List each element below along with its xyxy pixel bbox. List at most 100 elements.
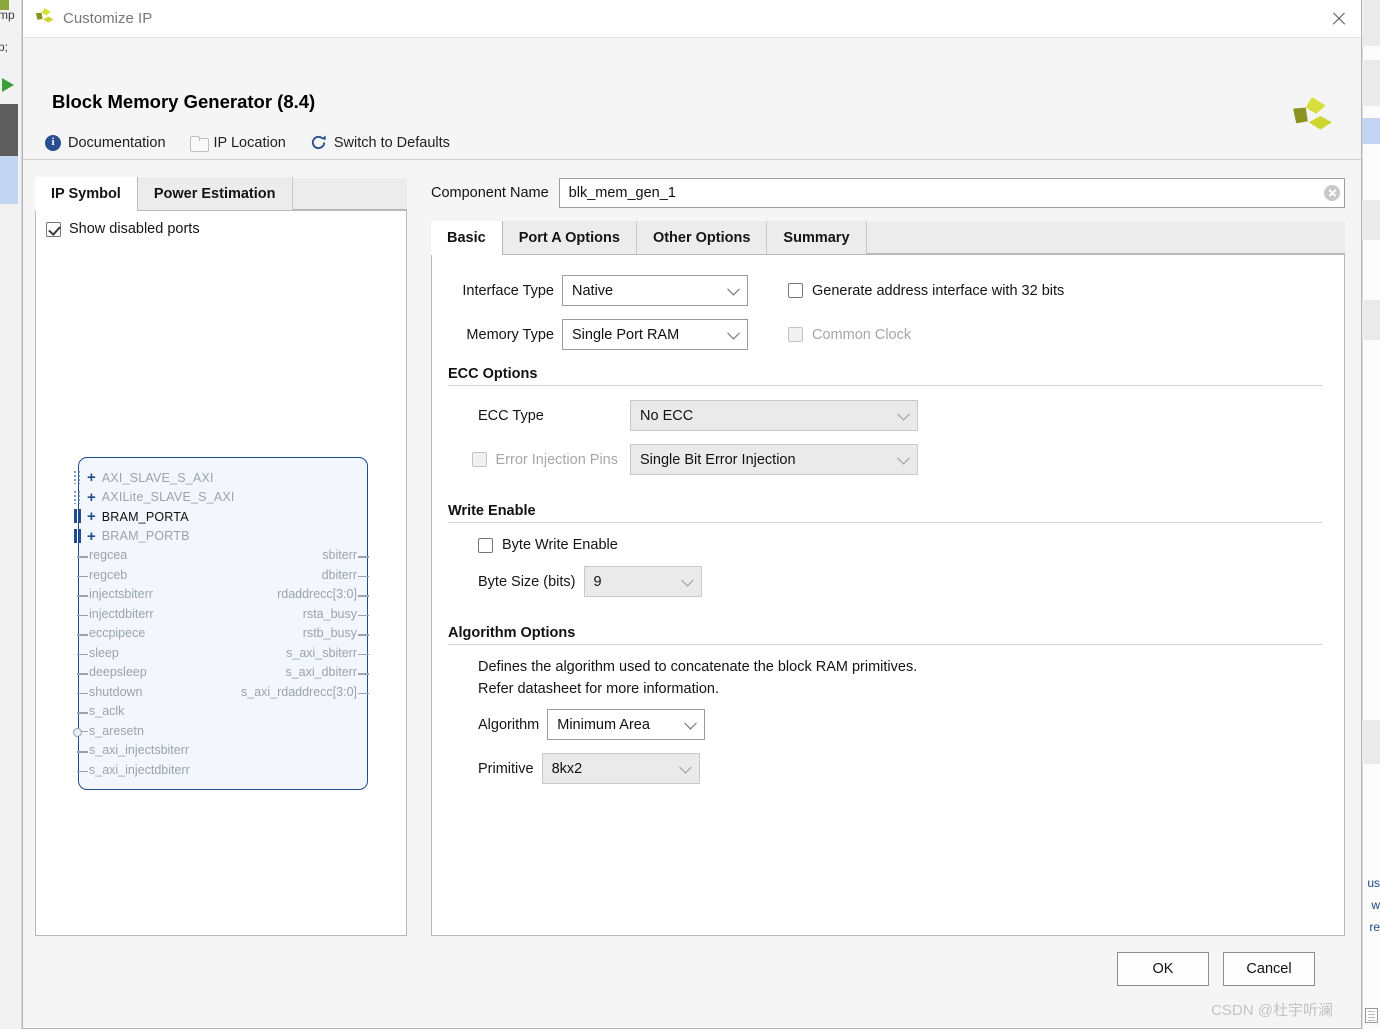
symbol-interface-row[interactable]: + BRAM_PORTB [74, 528, 190, 544]
ecc-options-divider [448, 385, 1322, 386]
tab-summary[interactable]: Summary [767, 221, 867, 254]
documentation-link[interactable]: i Documentation [45, 134, 166, 151]
byte-size-select[interactable]: 9 [583, 566, 702, 597]
dialog-title: Customize IP [63, 10, 153, 27]
common-clock-checkbox: Common Clock [788, 327, 911, 343]
component-name-field[interactable] [558, 178, 1345, 208]
bus-interface-icon [73, 509, 82, 524]
symbol-interface-row[interactable]: + AXILite_SLAVE_S_AXI [73, 489, 235, 505]
bus-interface-icon [73, 489, 82, 504]
pin-stub [358, 673, 369, 675]
interface-type-row: Interface Type Native Generate address i… [448, 275, 1322, 306]
cancel-button[interactable]: Cancel [1223, 952, 1315, 986]
close-glyph [1331, 11, 1346, 26]
symbol-input-pin: s_aclk [77, 704, 124, 718]
customize-ip-dialog: Customize IP Block Memory Generator (8.4… [22, 0, 1362, 1029]
pin-stub [77, 614, 88, 617]
ip-location-link[interactable]: IP Location [189, 135, 286, 152]
interface-type-select[interactable]: Native [562, 275, 748, 306]
symbol-input-pin: s_aresetn [73, 724, 144, 738]
background-right-highlight [1362, 118, 1380, 144]
primitive-label: Primitive [478, 760, 534, 777]
tab-basic[interactable]: Basic [431, 221, 503, 255]
algorithm-label: Algorithm [478, 716, 540, 733]
algorithm-select[interactable]: Minimum Area [547, 709, 706, 740]
clear-icon[interactable] [1324, 185, 1340, 201]
documentation-label: Documentation [68, 134, 166, 151]
byte-write-enable-checkbox[interactable]: Byte Write Enable [478, 537, 618, 553]
byte-size-label: Byte Size (bits) [478, 573, 576, 590]
error-injection-pins-checkbox: Error Injection Pins [448, 452, 618, 468]
left-tabstrip: IP Symbol Power Estimation [35, 177, 407, 211]
symbol-interface-label: BRAM_PORTB [101, 529, 190, 544]
ecc-type-label: ECC Type [478, 407, 544, 424]
pin-stub [77, 575, 88, 578]
page-title: Block Memory Generator (8.4) [52, 91, 316, 112]
left-tabstrip-filler [292, 209, 407, 210]
byte-write-enable-row: Byte Write Enable [448, 537, 1322, 553]
pin-stub [77, 712, 88, 714]
background-left-strip: mp p; [0, 0, 22, 1029]
symbol-output-pin: s_axi_dbiterr [285, 665, 369, 679]
background-run-icon [2, 78, 14, 92]
expand-icon[interactable]: + [87, 529, 96, 544]
error-injection-type-select[interactable]: Single Bit Error Injection [630, 444, 918, 475]
dialog-body: IP Symbol Power Estimation Show disabled… [23, 160, 1361, 936]
tab-port-a-options[interactable]: Port A Options [502, 221, 637, 254]
write-enable-divider [448, 522, 1322, 523]
expand-icon[interactable]: + [87, 470, 96, 485]
symbol-interface-row[interactable]: + AXI_SLAVE_S_AXI [73, 470, 214, 485]
error-injection-type-value: Single Bit Error Injection [640, 451, 796, 468]
error-injection-pins-box [471, 452, 487, 467]
right-tabstrip-filler [866, 253, 1345, 254]
symbol-output-pin: rstb_busy [303, 626, 369, 640]
symbol-input-pin: regceb [77, 568, 127, 582]
close-icon[interactable] [1315, 0, 1361, 37]
pin-stub [77, 634, 88, 636]
symbol-input-pin: injectsbiterr [77, 587, 153, 601]
symbol-output-pin: s_axi_rdaddrecc[3:0] [241, 685, 369, 699]
chevron-down-icon [680, 573, 694, 587]
algorithm-note-line-1: Defines the algorithm used to concatenat… [478, 659, 918, 675]
background-right-word: us [1367, 876, 1380, 890]
expand-icon[interactable]: + [87, 509, 96, 524]
pin-stub [358, 653, 369, 656]
chevron-down-icon [897, 407, 910, 421]
symbol-output-pin: s_axi_sbiterr [286, 646, 369, 660]
component-name-row: Component Name [431, 178, 1345, 208]
pin-stub [77, 653, 88, 656]
pin-stub [77, 770, 88, 773]
show-disabled-ports-checkbox[interactable]: Show disabled ports [46, 221, 200, 237]
symbol-input-pin: regcea [77, 548, 127, 562]
tab-ip-symbol[interactable]: IP Symbol [35, 177, 138, 211]
primitive-select[interactable]: 8kx2 [541, 753, 700, 784]
ecc-type-row: ECC Type No ECC [448, 400, 1322, 431]
component-name-input[interactable] [566, 179, 1324, 207]
symbol-interface-row[interactable]: + BRAM_PORTA [74, 509, 189, 524]
ok-button[interactable]: OK [1117, 952, 1209, 986]
byte-size-row: Byte Size (bits) 9 [448, 566, 1322, 597]
symbol-output-pin: dbiterr [322, 568, 369, 582]
symbol-interface-label: AXI_SLAVE_S_AXI [101, 470, 214, 485]
background-doc-icon [1365, 1008, 1378, 1023]
dialog-header: Block Memory Generator (8.4) i Documenta… [23, 38, 1361, 160]
ecc-type-value: No ECC [640, 407, 694, 424]
ecc-type-select[interactable]: No ECC [630, 400, 918, 431]
write-enable-title: Write Enable [448, 503, 536, 519]
tab-power-estimation[interactable]: Power Estimation [137, 177, 293, 210]
tab-other-options[interactable]: Other Options [636, 221, 768, 254]
expand-icon[interactable]: + [87, 490, 96, 505]
pin-stub [77, 692, 88, 695]
background-right-seg [1362, 720, 1380, 764]
tab-other-options-label: Other Options [652, 229, 751, 246]
pin-stub [77, 556, 88, 558]
generate-address-interface-checkbox[interactable]: Generate address interface with 32 bits [788, 283, 1064, 299]
switch-to-defaults-link[interactable]: Switch to Defaults [310, 134, 450, 151]
background-text-b: p; [0, 40, 9, 54]
symbol-input-pin: eccpipece [77, 626, 145, 640]
background-text-a: mp [0, 8, 15, 22]
memory-type-select[interactable]: Single Port RAM [562, 319, 748, 350]
chevron-down-icon [897, 451, 910, 465]
inverted-pin-icon [73, 728, 88, 737]
dialog-titlebar: Customize IP [23, 0, 1361, 38]
